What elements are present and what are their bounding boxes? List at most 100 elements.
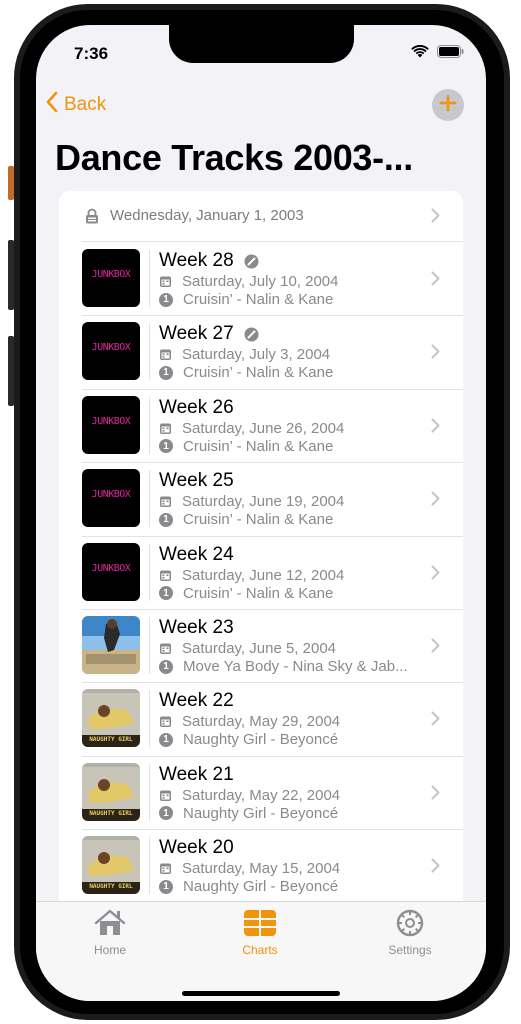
album-art: NAUGHTY GIRL	[82, 836, 140, 895]
number-one-song: Cruisin’ - Nalin & Kane	[183, 511, 334, 529]
week-title-text: Week 22	[159, 690, 234, 712]
row-vertical-divider	[149, 323, 150, 381]
art-text: JUNKBOX	[91, 342, 131, 354]
week-row[interactable]: NAUGHTY GIRL Week 22 Saturday, May 29, 200…	[59, 682, 463, 755]
week-row[interactable]: JUNKBOX Week 26 Saturday, June 26, 2004 1 Cr…	[59, 389, 463, 462]
lock-icon	[84, 208, 100, 229]
chevron-right-icon	[431, 344, 440, 364]
back-label: Back	[64, 94, 107, 115]
calendar-icon	[159, 422, 172, 435]
chevron-right-icon	[431, 491, 440, 511]
album-art: JUNKBOX	[82, 249, 140, 307]
row-vertical-divider	[149, 690, 150, 748]
week-date-line: Saturday, May 15, 2004	[159, 860, 340, 877]
week-title-text: Week 21	[159, 763, 234, 785]
week-date: Saturday, July 3, 2004	[182, 346, 331, 364]
battery-icon	[437, 45, 464, 63]
art-text: NAUGHTY GIRL	[89, 883, 133, 891]
week-row[interactable]: NAUGHTY GIRL Week 21 Saturday, May 22, 200…	[59, 756, 463, 829]
week-title: Week 25	[159, 470, 234, 492]
tab-bar: Home Charts Settings	[36, 901, 486, 1001]
row-vertical-divider	[149, 470, 150, 528]
week-date-line: Saturday, June 19, 2004	[159, 493, 344, 510]
album-art	[82, 616, 140, 674]
row-vertical-divider	[149, 837, 150, 895]
chevron-left-icon	[46, 91, 58, 119]
week-date-line: Saturday, June 26, 2004	[159, 420, 344, 437]
volume-down-button	[8, 336, 14, 406]
row-vertical-divider	[149, 396, 150, 454]
week-number-one-line: 1 Cruisin’ - Nalin & Kane	[159, 511, 333, 528]
charts-icon	[210, 908, 310, 941]
rank-badge: 1	[159, 365, 173, 380]
gear-icon	[360, 908, 460, 941]
rank-badge: 1	[159, 659, 173, 674]
week-row[interactable]: NAUGHTY GIRL Week 20 Saturday, May 15, 200…	[59, 829, 463, 902]
art-text: NAUGHTY GIRL	[89, 736, 133, 744]
week-number-one-line: 1 Naughty Girl - Beyoncé	[159, 878, 338, 895]
flag-icon	[244, 254, 259, 269]
week-number-one-line: 1 Cruisin’ - Nalin & Kane	[159, 364, 333, 381]
chart-start-row[interactable]: Wednesday, January 1, 2003	[59, 191, 463, 241]
silent-switch	[8, 166, 14, 200]
week-date: Saturday, July 10, 2004	[182, 273, 339, 290]
week-date-line: Saturday, July 10, 2004	[159, 273, 339, 290]
album-art: NAUGHTY GIRL	[82, 762, 140, 821]
calendar-icon	[159, 569, 172, 582]
album-art: JUNKBOX	[82, 542, 140, 601]
week-row[interactable]: JUNKBOX Week 25 Saturday, June 19, 2004 1 Cr…	[59, 462, 463, 535]
week-date: Saturday, May 15, 2004	[182, 860, 341, 878]
number-one-song: Cruisin’ - Nalin & Kane	[183, 364, 334, 382]
tab-home[interactable]: Home	[60, 908, 160, 957]
chevron-right-icon	[431, 418, 440, 438]
week-title: Week 21	[159, 764, 234, 786]
week-date-line: Saturday, June 5, 2004	[159, 640, 336, 657]
add-button[interactable]	[432, 89, 464, 121]
week-number-one-line: 1 Naughty Girl - Beyoncé	[159, 731, 338, 748]
album-art: JUNKBOX	[82, 322, 140, 381]
week-title: Week 28	[159, 250, 259, 272]
status-time: 7:36	[74, 44, 109, 63]
weeks-list: Wednesday, January 1, 2003 JUNKBOX Week 2…	[59, 191, 463, 911]
week-title-text: Week 28	[159, 250, 234, 271]
week-number-one-line: 1 Cruisin’ - Nalin & Kane	[159, 438, 333, 455]
flag-icon	[244, 327, 259, 342]
number-one-song: Cruisin’ - Nalin & Kane	[183, 437, 334, 455]
week-row[interactable]: Week 23 Saturday, June 5, 2004 1 Move Ya Bo…	[59, 609, 463, 682]
tab-charts-label: Charts	[242, 943, 278, 957]
home-indicator	[182, 991, 340, 996]
week-title-text: Week 26	[159, 396, 234, 418]
tab-charts[interactable]: Charts	[210, 908, 310, 957]
calendar-icon	[159, 715, 172, 728]
number-one-song: Cruisin’ - Nalin & Kane	[183, 584, 334, 602]
week-title-text: Week 20	[159, 837, 234, 859]
week-date-line: Saturday, May 29, 2004	[159, 713, 340, 730]
calendar-icon	[159, 275, 172, 288]
week-row[interactable]: JUNKBOX Week 28 Saturday, July 10, 2004 1 Cr…	[59, 242, 463, 315]
week-date: Saturday, June 19, 2004	[182, 493, 345, 511]
house-icon	[60, 908, 160, 941]
tab-settings[interactable]: Settings	[360, 908, 460, 957]
row-vertical-divider	[149, 543, 150, 601]
volume-up-button	[8, 240, 14, 310]
week-date: Saturday, June 5, 2004	[182, 640, 336, 657]
week-row[interactable]: JUNKBOX Week 27 Saturday, July 3, 2004 1 Cru…	[59, 315, 463, 388]
chart-start-date: Wednesday, January 1, 2003	[110, 207, 304, 224]
art-text: NAUGHTY GIRL	[89, 809, 133, 817]
week-row[interactable]: JUNKBOX Week 24 Saturday, June 12, 2004 1 Cr…	[59, 536, 463, 609]
art-text: JUNKBOX	[91, 269, 131, 280]
calendar-icon	[159, 862, 172, 875]
week-title: Week 20	[159, 837, 234, 859]
chevron-right-icon	[431, 858, 440, 878]
week-date: Saturday, June 12, 2004	[182, 566, 345, 584]
row-vertical-divider	[149, 763, 150, 821]
week-number-one-line: 1 Naughty Girl - Beyoncé	[159, 805, 338, 822]
album-art: JUNKBOX	[82, 469, 140, 528]
rank-badge: 1	[159, 439, 173, 454]
chevron-right-icon	[431, 565, 440, 585]
week-title: Week 24	[159, 544, 234, 566]
week-number-one-line: 1 Move Ya Body - Nina Sky & Jab...	[159, 658, 408, 675]
chevron-right-icon	[431, 785, 440, 805]
number-one-song: Cruisin’ - Nalin & Kane	[183, 291, 334, 308]
back-button[interactable]: Back	[46, 91, 106, 119]
